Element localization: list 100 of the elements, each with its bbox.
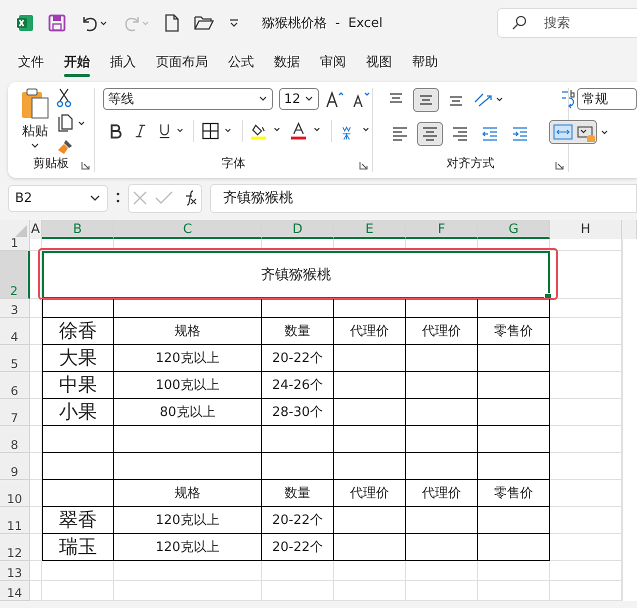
table-cell: 20-22个 xyxy=(262,345,334,372)
table-cell: 代理价 xyxy=(334,480,406,507)
table-cell xyxy=(550,345,622,372)
align-lines-icon xyxy=(421,125,439,143)
vertical-align-button[interactable] xyxy=(413,88,439,112)
menu-tab[interactable]: 页面布局 xyxy=(148,49,216,75)
table-cell xyxy=(550,299,622,318)
row-header[interactable]: 14 xyxy=(0,581,30,601)
table-cell xyxy=(30,251,42,299)
horizontal-align-button[interactable] xyxy=(417,122,443,146)
column-header[interactable]: B xyxy=(42,220,114,239)
row-header[interactable]: 8 xyxy=(0,426,30,453)
table-cell xyxy=(334,299,406,318)
table-cell xyxy=(334,534,406,561)
more-icon[interactable] xyxy=(116,191,120,205)
menu-tab[interactable]: 数据 xyxy=(266,49,308,75)
table-cell: 小果 xyxy=(42,399,114,426)
menu-tab[interactable]: 帮助 xyxy=(404,49,446,75)
row-header[interactable]: 11 xyxy=(0,507,30,534)
format-painter-icon[interactable] xyxy=(56,138,74,156)
row-header[interactable]: 3 xyxy=(0,299,30,318)
table-cell xyxy=(30,426,42,453)
align-lines-icon xyxy=(511,125,529,143)
row-header[interactable]: 12 xyxy=(0,534,30,561)
number-format-dropdown[interactable]: 常规 xyxy=(577,88,637,110)
copy-icon[interactable] xyxy=(56,114,86,132)
row-header[interactable]: 2 xyxy=(0,251,30,299)
folder-icon[interactable] xyxy=(194,14,214,32)
row-header[interactable]: 5 xyxy=(0,345,30,372)
table-cell xyxy=(406,507,478,534)
table-cell xyxy=(334,581,406,601)
search-field[interactable]: 搜索 xyxy=(497,8,637,38)
row-header[interactable]: 1 xyxy=(0,239,30,251)
table-cell xyxy=(334,345,406,372)
menu-tab[interactable]: 审阅 xyxy=(312,49,354,75)
paste-button[interactable]: 粘贴 xyxy=(20,88,50,156)
column-header[interactable]: F xyxy=(406,220,478,239)
table-cell: 代理价 xyxy=(406,480,478,507)
table-cell: 120克以上 xyxy=(114,507,262,534)
table-cell: 20-22个 xyxy=(262,507,334,534)
row-header[interactable]: 4 xyxy=(0,318,30,345)
menu-tab[interactable]: 视图 xyxy=(358,49,400,75)
table-cell: 零售价 xyxy=(478,318,550,345)
align-lines-icon xyxy=(391,125,409,143)
table-cell xyxy=(478,453,550,480)
table-cell: 中果 xyxy=(42,372,114,399)
row-header[interactable]: 9 xyxy=(0,453,30,480)
table-cell xyxy=(30,480,42,507)
table-cell xyxy=(550,372,622,399)
merge-center-button[interactable] xyxy=(549,120,597,144)
table-cell xyxy=(262,299,334,318)
save-icon[interactable] xyxy=(48,14,66,32)
table-cell xyxy=(478,426,550,453)
column-header[interactable]: D xyxy=(262,220,334,239)
table-cell xyxy=(30,453,42,480)
table-cell xyxy=(550,318,622,345)
table-cell xyxy=(262,426,334,453)
group-label: 剪贴板 xyxy=(33,156,69,170)
font-size-dropdown[interactable]: 12 xyxy=(279,88,319,110)
increase-font-size-icon[interactable] xyxy=(325,89,345,109)
table-cell xyxy=(550,399,622,426)
table-cell: 瑞玉 xyxy=(42,534,114,561)
table-cell xyxy=(262,239,334,251)
new-document-icon[interactable] xyxy=(164,14,180,32)
title-cell[interactable]: 齐镇猕猴桃 xyxy=(42,251,550,299)
column-header[interactable]: H xyxy=(550,220,622,239)
row-header[interactable]: 6 xyxy=(0,372,30,399)
group-label: 对齐方式 xyxy=(446,156,494,170)
name-box[interactable]: B2 xyxy=(8,184,108,212)
table-cell xyxy=(406,534,478,561)
table-cell xyxy=(334,507,406,534)
cut-icon[interactable] xyxy=(56,88,72,108)
customize-dropdown-icon[interactable] xyxy=(228,17,240,29)
group-label: 字体 xyxy=(222,156,246,170)
column-header[interactable]: C xyxy=(114,220,262,239)
formula-input[interactable]: 齐镇猕猴桃 xyxy=(210,184,637,212)
row-header[interactable]: 10 xyxy=(0,480,30,507)
table-cell xyxy=(550,239,622,251)
dialog-launcher-icon[interactable] xyxy=(555,161,564,170)
table-cell xyxy=(406,372,478,399)
table-cell xyxy=(42,480,114,507)
row-header[interactable]: 7 xyxy=(0,399,30,426)
table-cell: 代理价 xyxy=(334,318,406,345)
column-header[interactable]: E xyxy=(334,220,406,239)
menu-tab[interactable]: 文件 xyxy=(10,49,52,75)
table-cell xyxy=(334,399,406,426)
dialog-launcher-icon[interactable] xyxy=(81,161,90,170)
table-cell xyxy=(406,299,478,318)
menu-tab[interactable]: 开始 xyxy=(56,49,98,75)
table-cell xyxy=(550,480,622,507)
table-cell xyxy=(406,581,478,601)
column-header[interactable]: G xyxy=(478,220,550,239)
dialog-launcher-icon[interactable] xyxy=(359,161,368,170)
row-header[interactable]: 13 xyxy=(0,561,30,581)
menu-tab[interactable]: 公式 xyxy=(220,49,262,75)
clipboard-icon xyxy=(20,88,50,120)
font-name-dropdown[interactable]: 等线 xyxy=(103,88,273,110)
caret-icon xyxy=(304,95,314,103)
table-cell xyxy=(478,239,550,251)
menu-tab[interactable]: 插入 xyxy=(102,49,144,75)
